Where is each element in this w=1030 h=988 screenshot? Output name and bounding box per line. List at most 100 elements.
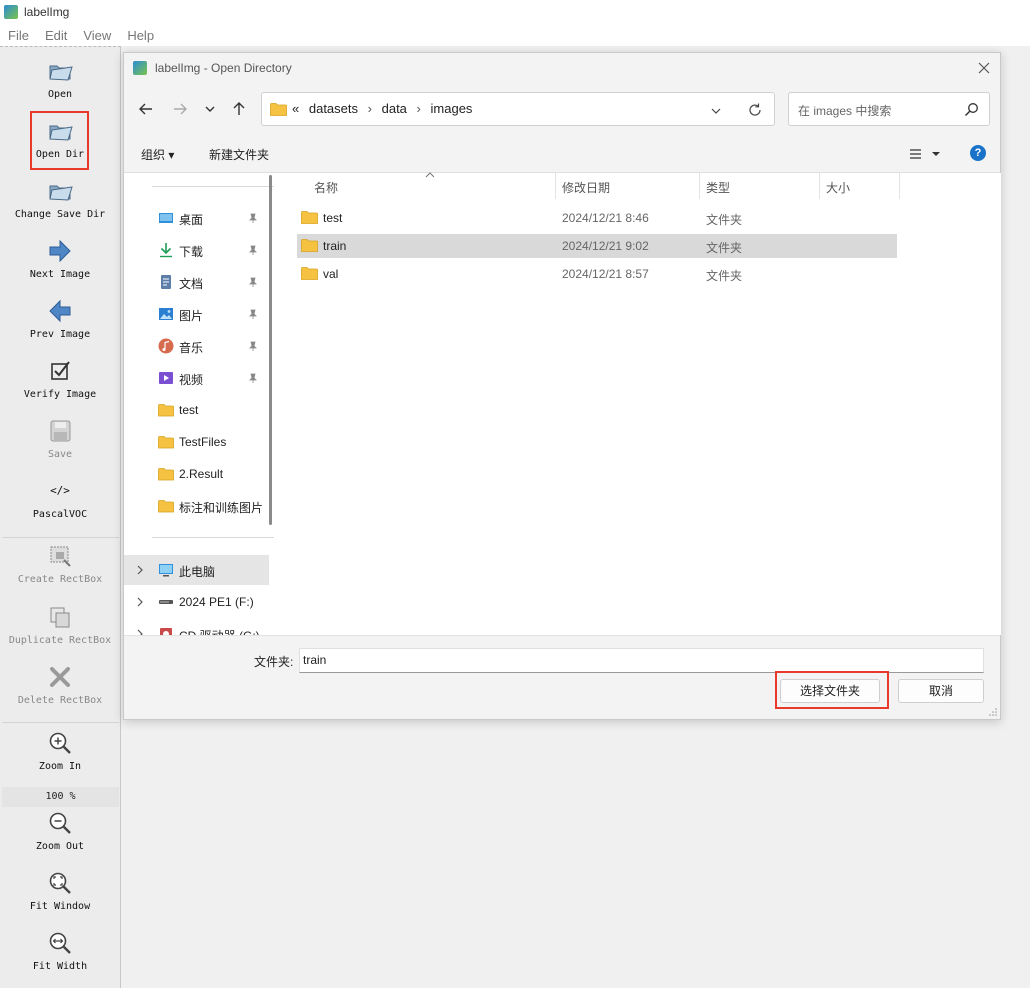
nav-item-label: test [179,403,199,417]
toolbar-divider [2,537,119,538]
zoom-in-label: Zoom In [38,761,82,772]
nav-item-drive-f[interactable]: 2024 PE1 (F:) [124,587,269,617]
nav-scrollbar[interactable] [269,175,272,525]
save-button[interactable]: Save [0,417,120,460]
breadcrumb-overflow[interactable]: « [292,101,299,116]
up-arrow-icon[interactable] [229,99,249,119]
column-divider[interactable] [555,173,556,199]
folder-icon [158,436,174,449]
folder-icon [301,267,318,280]
delete-rectbox-label: Delete RectBox [17,695,103,706]
nav-item-desktop[interactable]: 桌面 [124,203,269,233]
pin-icon [249,277,257,287]
duplicate-rectbox-button[interactable]: Duplicate RectBox [0,603,120,646]
file-date: 2024/12/21 8:46 [562,211,649,225]
menu-file[interactable]: File [0,28,37,43]
create-rect-icon [50,546,71,567]
folder-icon [301,239,318,252]
pascal-voc-label: PascalVOC [32,509,88,520]
verify-image-button[interactable]: Verify Image [0,357,120,400]
breadcrumb-images[interactable]: images [431,101,473,116]
zoom-in-button[interactable]: Zoom In [0,729,120,772]
nav-item-testfiles[interactable]: TestFiles [124,427,269,457]
chevron-right-icon[interactable] [136,565,144,575]
folder-name-input[interactable]: train [299,648,984,673]
open-button[interactable]: Open [0,57,120,100]
nav-item-annotation-images[interactable]: 标注和训练图片 [124,491,269,521]
nav-item-this-pc[interactable]: 此电脑 [124,555,269,585]
chevron-down-icon[interactable] [200,99,220,119]
column-divider[interactable] [699,173,700,199]
organize-menu-button[interactable]: 组织 ▾ [141,146,174,163]
zoom-out-button[interactable]: Zoom Out [0,809,120,852]
nav-item-videos[interactable]: 视频 [124,363,269,393]
search-input[interactable]: 在 images 中搜索 [788,92,990,126]
nav-item-2-result[interactable]: 2.Result [124,459,269,489]
folder-icon [49,65,73,81]
chevron-down-icon[interactable] [709,104,723,118]
file-row-train[interactable]: train 2024/12/21 9:02 文件夹 [297,234,897,258]
pictures-icon [159,308,173,320]
nav-item-music[interactable]: 音乐 [124,331,269,361]
column-header-date[interactable]: 修改日期 [562,179,610,196]
help-icon[interactable]: ? [970,145,986,161]
close-icon[interactable] [974,58,994,78]
pin-icon [249,309,257,319]
forward-arrow-icon[interactable] [170,99,190,119]
chevron-right-icon[interactable] [136,597,144,607]
refresh-icon[interactable] [747,102,763,118]
breadcrumb-separator[interactable]: › [417,101,421,116]
file-row-val[interactable]: val 2024/12/21 8:57 文件夹 [297,262,897,286]
nav-item-documents[interactable]: 文档 [124,267,269,297]
zoom-value-field[interactable]: 100 % [2,787,119,807]
save-icon [50,420,71,442]
nav-item-test[interactable]: test [124,395,269,425]
fit-window-label: Fit Window [29,901,91,912]
create-rectbox-button[interactable]: Create RectBox [0,542,120,585]
next-image-button[interactable]: Next Image [0,237,120,280]
menu-edit[interactable]: Edit [37,28,75,43]
fit-window-icon [49,872,71,894]
file-type: 文件夹 [706,269,743,283]
cancel-button[interactable]: 取消 [898,679,984,703]
delete-rectbox-button[interactable]: Delete RectBox [0,663,120,706]
file-row-test[interactable]: test 2024/12/21 8:46 文件夹 [297,206,897,230]
view-options-icon[interactable] [908,145,944,163]
command-bar: 组织 ▾ 新建文件夹 ? [124,133,1000,173]
new-folder-button[interactable]: 新建文件夹 [209,146,269,163]
arrow-right-icon [49,239,71,263]
fit-width-button[interactable]: Fit Width [0,929,120,972]
breadcrumb-separator[interactable]: › [368,101,372,116]
address-bar[interactable]: « datasets › data › images [261,92,775,126]
video-icon [159,372,173,384]
fit-width-icon [49,932,71,954]
column-divider[interactable] [899,173,900,199]
column-header-name[interactable]: 名称 [314,179,338,196]
column-divider[interactable] [819,173,820,199]
nav-item-downloads[interactable]: 下载 [124,235,269,265]
create-rectbox-label: Create RectBox [17,574,103,585]
menu-view[interactable]: View [75,28,119,43]
navigation-bar: « datasets › data › images 在 images 中搜索 [124,83,1000,133]
file-type: 文件夹 [706,241,743,255]
nav-item-label: 桌面 [179,213,204,227]
breadcrumb-data[interactable]: data [382,101,407,116]
cd-drive-icon [160,628,172,635]
file-name: train [323,239,347,253]
nav-item-label: 文档 [179,277,204,291]
fit-window-button[interactable]: Fit Window [0,869,120,912]
breadcrumb-datasets[interactable]: datasets [309,101,358,116]
folder-icon [158,468,174,481]
prev-image-button[interactable]: Prev Image [0,297,120,340]
file-date: 2024/12/21 9:02 [562,239,649,253]
menu-help[interactable]: Help [119,28,162,43]
resize-grip-icon[interactable] [988,707,998,717]
pascal-voc-button[interactable]: </> PascalVOC [0,477,120,520]
change-save-dir-button[interactable]: Change Save Dir [0,177,120,220]
next-image-label: Next Image [29,269,91,280]
nav-item-cd-drive[interactable]: CD 驱动器 (G:) [124,619,269,635]
column-header-type[interactable]: 类型 [706,179,730,196]
back-arrow-icon[interactable] [136,99,156,119]
nav-item-pictures[interactable]: 图片 [124,299,269,329]
column-header-size[interactable]: 大小 [826,179,850,196]
